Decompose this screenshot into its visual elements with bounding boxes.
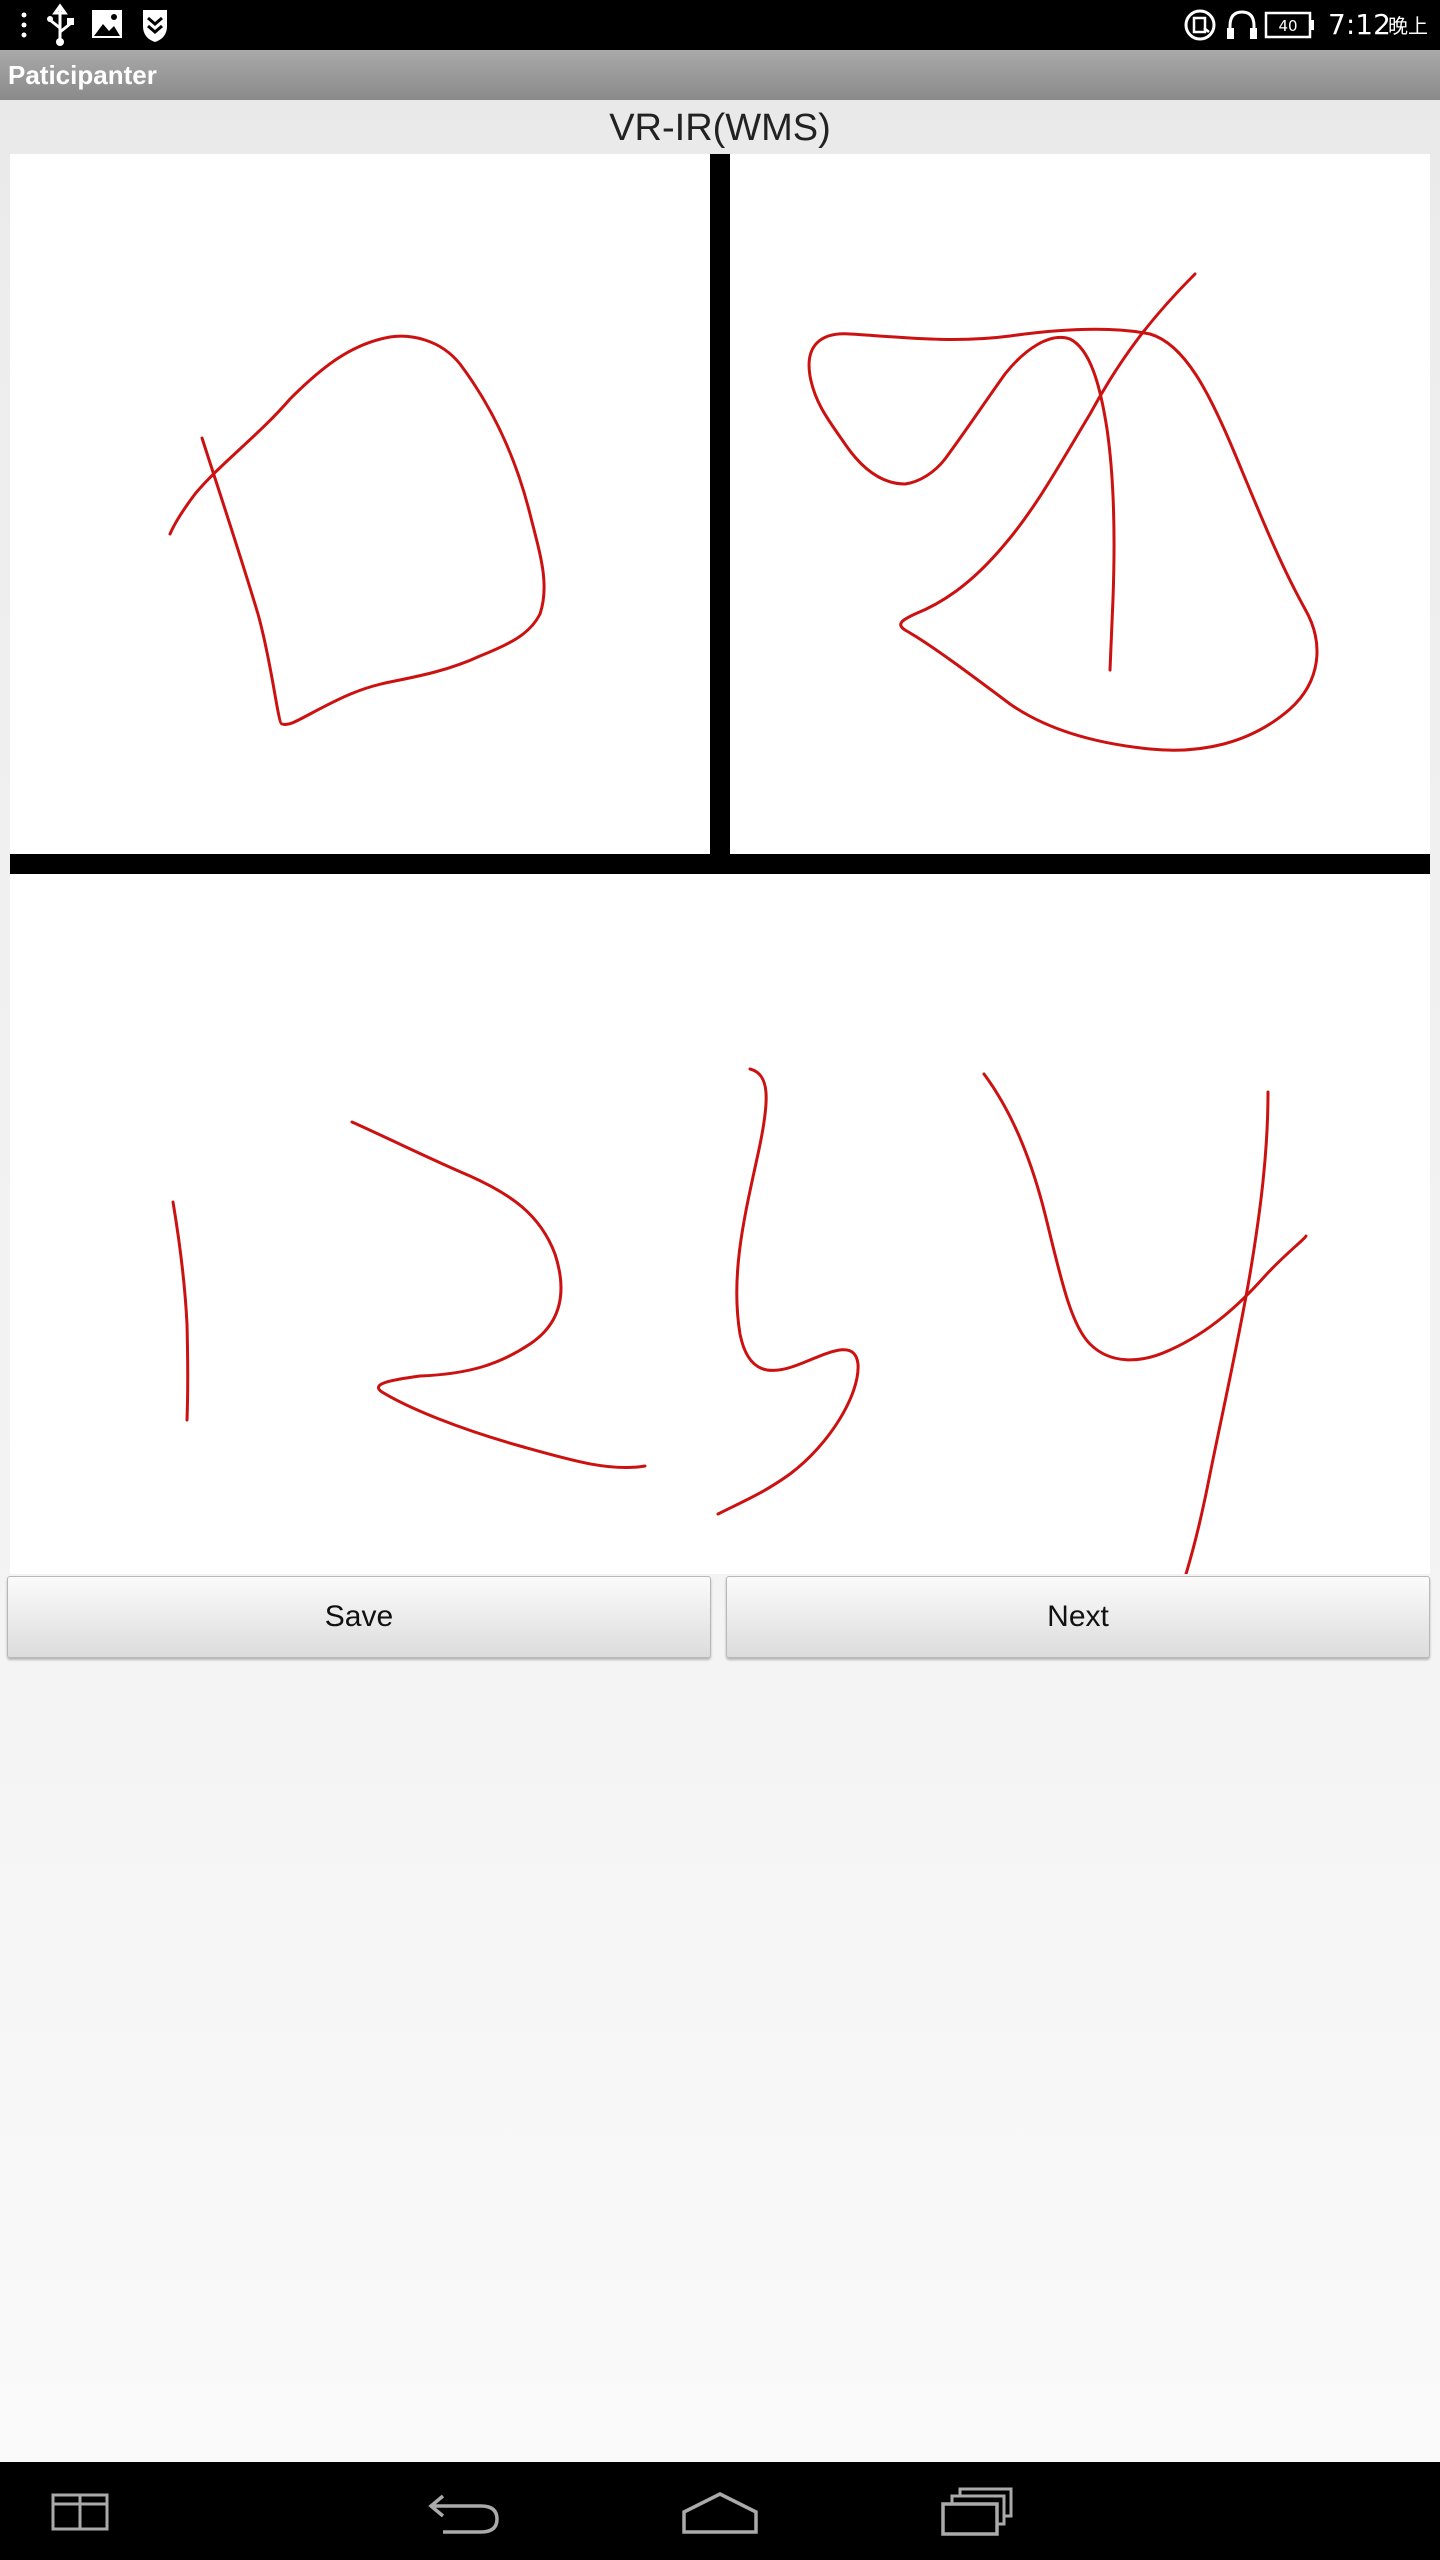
stroke-top-left-loop <box>168 334 546 726</box>
stroke-digit-1 <box>171 1200 190 1422</box>
stroke-digit-5 <box>716 1067 860 1516</box>
back-icon[interactable] <box>425 2488 501 2536</box>
clock-time: 7:12 <box>1328 8 1391 41</box>
menu-dots-icon <box>21 12 27 38</box>
image-icon <box>92 10 122 38</box>
battery-icon: 40 <box>1264 11 1314 39</box>
drawing-canvas[interactable] <box>10 154 1430 1576</box>
sync-icon <box>1184 9 1216 41</box>
navigation-bar <box>0 2462 1440 2560</box>
recent-split-icon[interactable] <box>50 2492 110 2532</box>
page-title: VR-IR(WMS) <box>609 107 831 149</box>
stroke-digit-2 <box>350 1120 647 1470</box>
headset-icon <box>1227 10 1257 39</box>
home-icon[interactable] <box>680 2488 760 2536</box>
horizontal-divider <box>10 854 1430 874</box>
drawing-surface[interactable] <box>10 154 1430 1576</box>
clock-ampm: 晚上 <box>1388 14 1428 38</box>
vertical-divider <box>710 154 730 854</box>
stroke-top-right-loop <box>807 272 1319 752</box>
shield-icon <box>143 10 167 42</box>
app-title: Paticipanter <box>8 60 157 90</box>
battery-level-label: 40 <box>1278 17 1297 35</box>
status-bar: 40 7:12 晚上 <box>0 0 1440 50</box>
next-button[interactable]: Next <box>726 1576 1430 1658</box>
recent-apps-icon[interactable] <box>940 2486 1014 2536</box>
action-bar: Paticipanter <box>0 50 1440 100</box>
usb-icon <box>47 3 74 46</box>
save-button[interactable]: Save <box>7 1576 711 1658</box>
